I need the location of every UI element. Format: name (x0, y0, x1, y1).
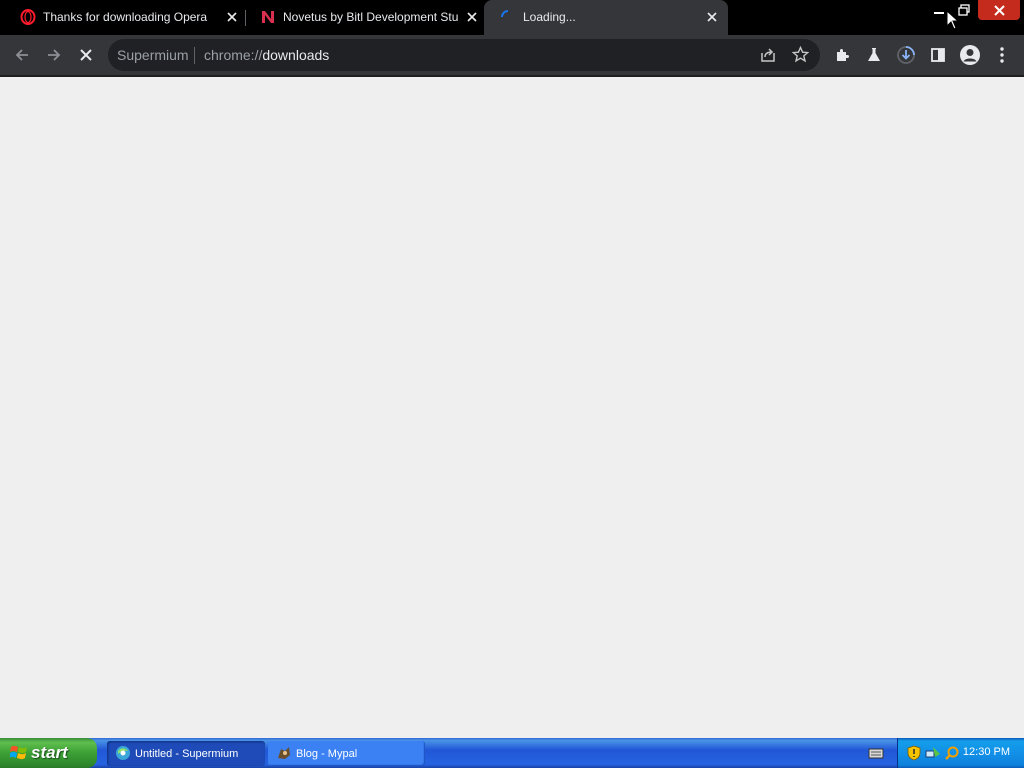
close-icon (993, 4, 1005, 16)
tab-close-icon[interactable] (464, 9, 480, 25)
profile-button[interactable] (956, 41, 984, 69)
omnibox[interactable]: Supermium chrome://downloads (108, 39, 820, 71)
tab-close-icon[interactable] (224, 9, 240, 25)
taskbar-button-label: Blog - Mypal (296, 747, 358, 760)
taskbar: start Untitled - Supermium Blog - Mypal (0, 738, 1024, 768)
security-shield-icon (907, 745, 921, 761)
close-window-button[interactable] (978, 0, 1020, 20)
loading-spinner-icon (501, 10, 509, 18)
network-icon (925, 747, 940, 758)
star-icon (791, 45, 810, 63)
forward-button[interactable] (40, 41, 68, 69)
forward-arrow-icon (48, 49, 61, 61)
download-progress-icon (897, 46, 915, 64)
profile-avatar-icon (960, 45, 980, 65)
taskbar-clock[interactable]: 12:30 PM (963, 746, 1010, 758)
taskbar-button-mypal[interactable]: Blog - Mypal (268, 741, 425, 766)
omnibox-divider (194, 47, 195, 64)
downloads-button[interactable] (892, 41, 920, 69)
side-panel-button[interactable] (924, 41, 952, 69)
share-icon (761, 48, 775, 62)
tab-close-icon[interactable] (704, 9, 720, 25)
url-host: downloads (262, 47, 330, 63)
novetus-icon (262, 11, 274, 23)
opera-icon (20, 9, 36, 25)
tray-network-button[interactable] (925, 745, 941, 761)
start-button[interactable]: start (0, 738, 97, 768)
tab-opera[interactable]: Thanks for downloading Opera (0, 0, 244, 35)
supermium-icon (116, 746, 130, 760)
tab-title: Loading... (523, 10, 576, 24)
taskbar-button-label: Untitled - Supermium (135, 747, 239, 760)
extensions-button[interactable] (828, 41, 856, 69)
back-button[interactable] (8, 41, 36, 69)
mypal-icon (278, 747, 290, 759)
menu-button[interactable] (988, 41, 1016, 69)
bookmark-button[interactable] (791, 45, 810, 68)
page-content-area (0, 77, 1024, 738)
tray-security-button[interactable] (906, 745, 922, 761)
extensions-icon (837, 49, 849, 61)
labs-flask-icon (868, 48, 880, 61)
tab-novetus[interactable]: Novetus by Bitl Development Studio (240, 0, 484, 35)
mouse-cursor-icon (946, 10, 960, 30)
stop-icon (80, 49, 92, 61)
back-arrow-icon (15, 49, 28, 61)
search-icon (945, 746, 959, 760)
browser-toolbar: Supermium chrome://downloads (0, 35, 1024, 75)
tab-title: Novetus by Bitl Development Studio (283, 10, 458, 24)
stop-button[interactable] (72, 41, 100, 69)
tab-title: Thanks for downloading Opera (43, 10, 208, 24)
share-button[interactable] (760, 47, 776, 68)
system-tray: 12:30 PM (897, 738, 1024, 768)
start-label: start (31, 743, 68, 762)
tab-loading[interactable]: Loading... (484, 0, 728, 35)
kebab-menu-icon (1000, 47, 1004, 63)
side-panel-icon (931, 48, 945, 62)
labs-button[interactable] (860, 41, 888, 69)
language-bar-button[interactable] (868, 746, 884, 765)
windows-logo-icon (10, 745, 27, 760)
tab-strip: Thanks for downloading Opera Novetus by … (0, 0, 1024, 35)
url-scheme: chrome:// (204, 47, 263, 63)
minimize-icon (934, 12, 944, 14)
omnibox-url[interactable]: chrome://downloads (204, 47, 329, 63)
taskbar-button-supermium[interactable]: Untitled - Supermium (107, 741, 265, 766)
omnibox-chip: Supermium (117, 47, 189, 63)
tray-search-button[interactable] (944, 745, 960, 761)
keyboard-icon (868, 748, 884, 759)
